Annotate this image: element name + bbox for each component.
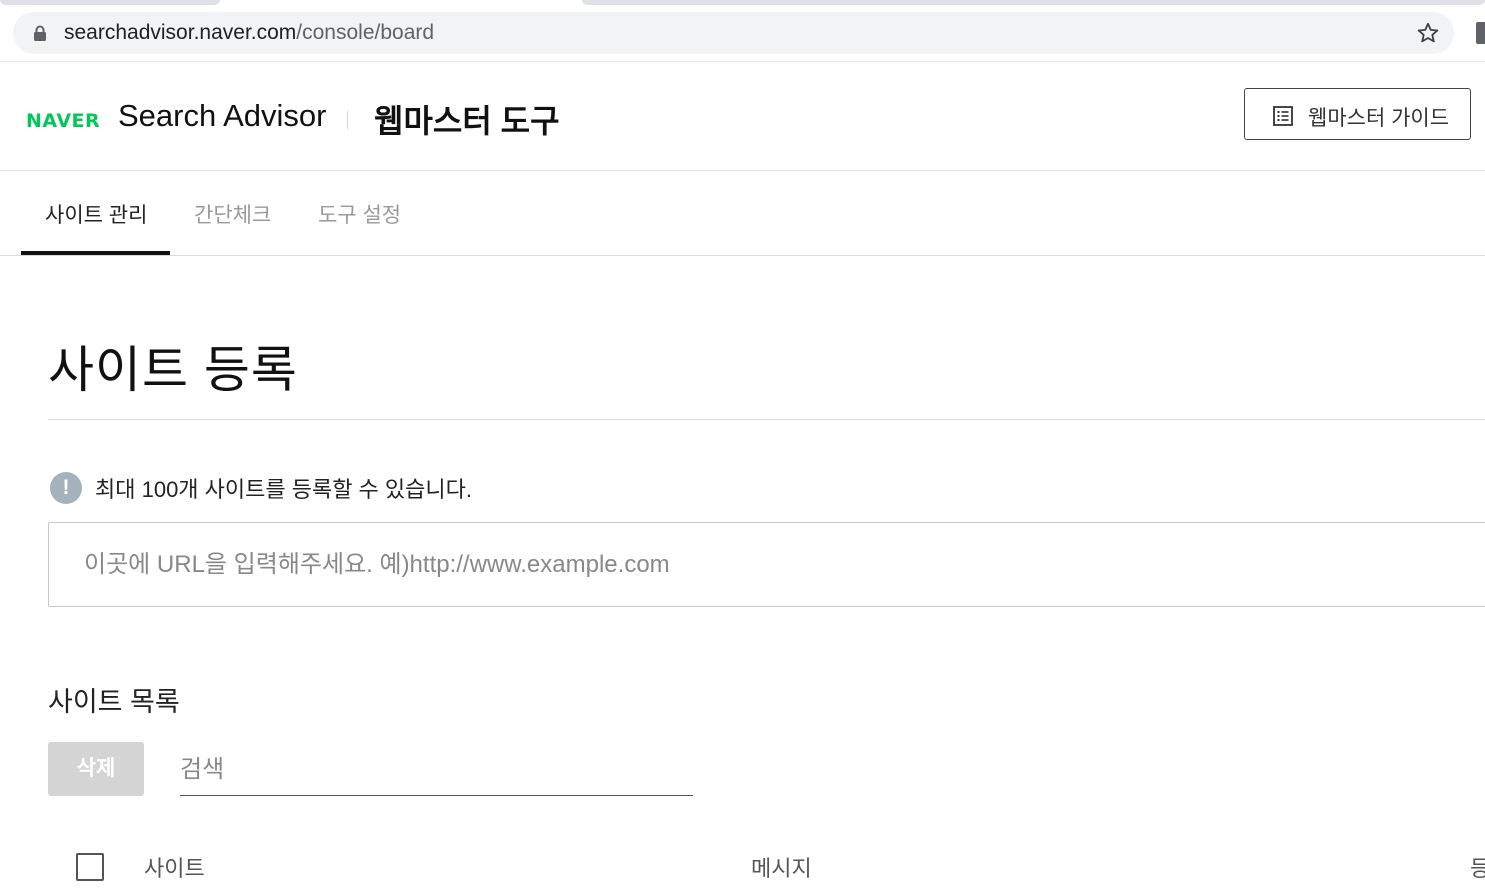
site-limit-notice: 최대 100개 사이트를 등록할 수 있습니다. [95,477,472,502]
column-header-registered[interactable]: 등 [1470,851,1485,883]
site-list-title: 사이트 목록 [48,687,180,717]
site-header: NAVER Search Advisor 웹마스터 도구 웹마스터 가이드 [0,62,1485,171]
tab-tool-settings[interactable]: 도구 설정 [318,199,401,229]
naver-logo[interactable]: NAVER [26,110,100,132]
lock-icon[interactable] [33,25,47,41]
document-list-icon [1273,106,1293,126]
guide-button-label: 웹마스터 가이드 [1308,107,1450,130]
tab-site-management[interactable]: 사이트 관리 [45,199,147,229]
address-bar[interactable]: searchadvisor.naver.com/console/board [13,12,1454,54]
page-title: 사이트 등록 [48,342,298,398]
url-text[interactable]: searchadvisor.naver.com/console/board [64,21,434,45]
star-icon[interactable] [1416,21,1440,45]
extension-icon[interactable] [1476,22,1485,44]
site-url-input[interactable] [48,522,1485,607]
webmaster-guide-button[interactable]: 웹마스터 가이드 [1244,88,1471,140]
search-input[interactable] [180,744,693,796]
active-tab-indicator [21,251,170,255]
main-nav: 사이트 관리 간단체크 도구 설정 [0,171,1485,256]
url-host: searchadvisor.naver.com [64,21,297,44]
browser-toolbar: searchadvisor.naver.com/console/board [0,0,1485,62]
delete-button[interactable]: 삭제 [48,742,144,796]
column-header-site[interactable]: 사이트 [144,851,205,883]
tool-title: 웹마스터 도구 [374,103,560,139]
title-divider [48,419,1485,420]
info-icon: ! [50,472,82,504]
tab-quick-check[interactable]: 간단체크 [194,199,271,229]
url-path: /console/board [296,21,435,44]
browser-tab-edge[interactable] [582,0,1485,5]
service-name[interactable]: Search Advisor [118,98,327,134]
header-divider [347,111,348,129]
select-all-checkbox[interactable] [76,853,104,881]
column-header-message[interactable]: 메시지 [751,851,812,883]
browser-tab-edge[interactable] [0,0,220,5]
